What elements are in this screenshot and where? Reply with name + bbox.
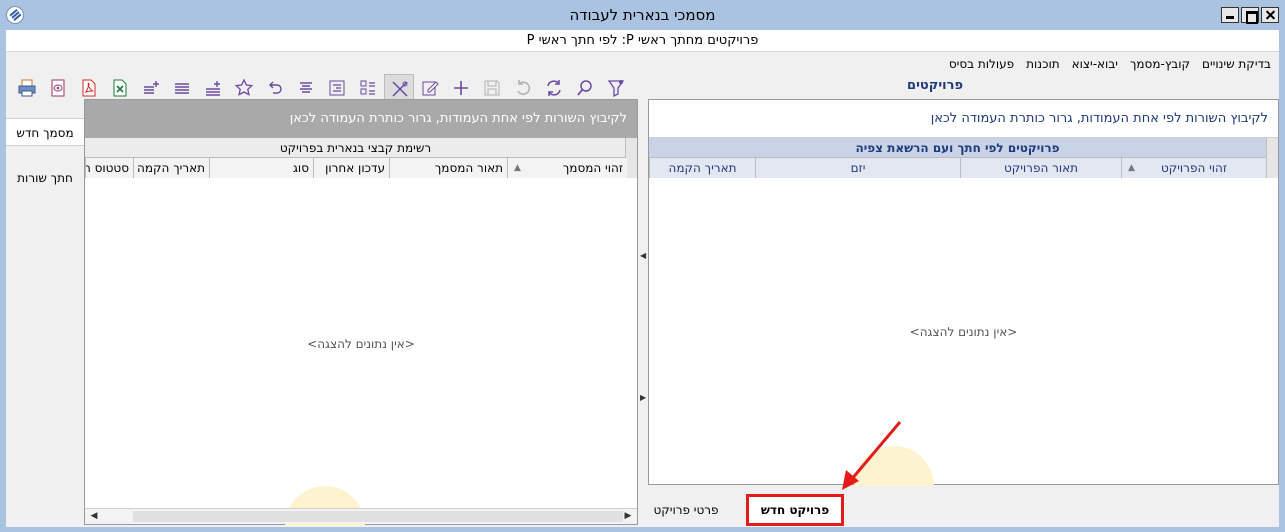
restore-button[interactable] (260, 74, 290, 102)
col-document-id-label: זהוי המסמך (562, 161, 623, 175)
window-controls (1221, 7, 1279, 24)
scroll-left-icon[interactable]: ◀ (87, 509, 101, 524)
title-bar[interactable]: מסמכי בנארית לעבודה (0, 0, 1285, 30)
split-rows-tab[interactable]: חתך שורות (6, 166, 84, 190)
refresh-button[interactable] (539, 74, 569, 102)
new-document-tab[interactable]: מסמך חדש (6, 118, 84, 146)
align-center-button[interactable] (291, 74, 321, 102)
undo-icon (517, 80, 531, 95)
col-project-id[interactable]: זהוי הפרויקט ▲ (1121, 158, 1266, 178)
export-pdf-button[interactable] (74, 74, 104, 102)
projects-section-title: פרויקטים (907, 78, 963, 93)
close-icon (1262, 8, 1278, 22)
menu-bar: פעולות בסיס תוכנות יבוא-יצוא קובץ-מסמך ב… (949, 54, 1271, 74)
bottom-tabs: פרטי פרויקט פרויקט חדש (648, 492, 1279, 527)
col-created-date[interactable]: תאריך הקמה (649, 158, 755, 178)
client-area: פרויקטים מחתך ראשי P: לפי חתך ראשי P פעו… (6, 30, 1279, 527)
group-by-hint[interactable]: לקיבוץ השורות לפי אחת העמודות, גרור כותר… (85, 100, 637, 138)
tools-icon (392, 81, 408, 97)
toolbar (12, 74, 631, 102)
projects-band-header: פרויקטים לפי חתך ועם הרשאת צפיה (649, 138, 1266, 158)
sort-plus-icon (144, 81, 159, 94)
context-subtitle: פרויקטים מחתך ראשי P: לפי חתך ראשי P (6, 30, 1279, 52)
export-excel-button[interactable] (105, 74, 135, 102)
sort-ascending-button[interactable] (198, 74, 228, 102)
preview-button[interactable] (43, 74, 73, 102)
scroll-thumb[interactable] (133, 511, 623, 522)
header-scroll-stub (1266, 138, 1278, 178)
sort-plus-button[interactable] (136, 74, 166, 102)
sort-az-icon (360, 80, 375, 95)
maximize-icon (1242, 8, 1258, 24)
undo-arrow-icon (269, 81, 282, 94)
documents-band-header: רשימת קבצי בנארית בפרויקט (85, 138, 627, 158)
indent-icon (329, 80, 345, 96)
col-created-date[interactable]: תאריך הקמה (133, 158, 209, 178)
col-document-id[interactable]: זהוי המסמך ▲ (507, 158, 627, 178)
projects-grid: לקיבוץ השורות לפי אחת העמודות, גרור כותר… (648, 99, 1279, 486)
edit-button[interactable] (415, 74, 445, 102)
project-details-tab[interactable]: פרטי פרויקט (648, 494, 724, 526)
edit-icon (422, 81, 439, 96)
documents-grid: לקיבוץ השורות לפי אחת העמודות, גרור כותר… (84, 99, 638, 526)
sort-indicator-icon: ▲ (514, 163, 521, 173)
collapse-left-icon[interactable]: ◀ (640, 251, 646, 261)
col-developer[interactable]: יזם (755, 158, 960, 178)
indent-button[interactable] (322, 74, 352, 102)
col-project-id-label: זהוי הפרויקט (1160, 161, 1228, 175)
list-icon (175, 83, 189, 94)
minimize-icon (1222, 8, 1238, 22)
app-window: מסמכי בנארית לעבודה פרויקטים מחתך ראשי P… (0, 0, 1285, 532)
horizontal-scrollbar[interactable]: ◀ ▶ (85, 508, 637, 524)
scroll-right-icon[interactable]: ▶ (621, 509, 635, 524)
save-icon (484, 80, 500, 96)
print-button[interactable] (12, 74, 42, 102)
menu-file-document[interactable]: קובץ-מסמך (1130, 54, 1190, 74)
pdf-icon (82, 79, 96, 97)
minimize-button[interactable] (1221, 7, 1239, 23)
window-title: מסמכי בנארית לעבודה (569, 6, 716, 24)
col-status[interactable]: סטטוס ה (85, 158, 133, 178)
col-document-description[interactable]: תאור המסמך (389, 158, 507, 178)
list-button[interactable] (167, 74, 197, 102)
sort-az-button[interactable] (353, 74, 383, 102)
sort-ascending-icon (206, 81, 220, 96)
col-last-update[interactable]: עדכון אחרון (313, 158, 389, 178)
filter-button[interactable] (601, 74, 631, 102)
projects-empty-message: <אין נתונים להצגה> (909, 325, 1018, 339)
maximize-button[interactable] (1241, 7, 1259, 24)
new-project-tab[interactable]: פרויקט חדש (746, 494, 844, 526)
group-by-hint[interactable]: לקיבוץ השורות לפי אחת העמודות, גרור כותר… (649, 100, 1278, 138)
search-icon (577, 80, 592, 96)
save-button[interactable] (477, 74, 507, 102)
excel-icon (113, 79, 127, 97)
preview-icon (51, 79, 65, 97)
projects-column-headers: זהוי הפרויקט ▲ תאור הפרויקט יזם תאריך הקמ… (649, 158, 1266, 178)
search-button[interactable] (570, 74, 600, 102)
undo-button[interactable] (508, 74, 538, 102)
documents-column-headers: זהוי המסמך ▲ תאור המסמך עדכון אחרון סוג ת… (85, 158, 627, 178)
refresh-icon (547, 80, 561, 96)
tools-button[interactable] (384, 74, 414, 102)
add-icon (454, 81, 468, 95)
menu-programs[interactable]: תוכנות (1026, 54, 1059, 74)
col-project-description[interactable]: תאור הפרויקט (960, 158, 1121, 178)
star-icon (234, 78, 254, 96)
panel-splitter[interactable]: ◀ ▶ (638, 99, 648, 525)
favorite-button[interactable] (229, 74, 259, 102)
left-sidebar: מסמך חדש חתך שורות (6, 118, 84, 527)
watermark-decoration (854, 446, 934, 486)
close-button[interactable] (1261, 7, 1279, 23)
align-center-icon (300, 82, 312, 93)
menu-basic-actions[interactable]: פעולות בסיס (949, 54, 1014, 74)
menu-import-export[interactable]: יבוא-יצוא (1072, 54, 1118, 74)
documents-empty-message: <אין נתונים להצגה> (307, 337, 415, 351)
sort-indicator-icon: ▲ (1128, 163, 1135, 173)
menu-check-changes[interactable]: בדיקת שינויים (1202, 54, 1271, 74)
print-icon (18, 79, 36, 97)
filter-icon (607, 80, 625, 98)
col-type[interactable]: סוג (209, 158, 313, 178)
collapse-right-icon[interactable]: ▶ (640, 393, 646, 403)
add-button[interactable] (446, 74, 476, 102)
